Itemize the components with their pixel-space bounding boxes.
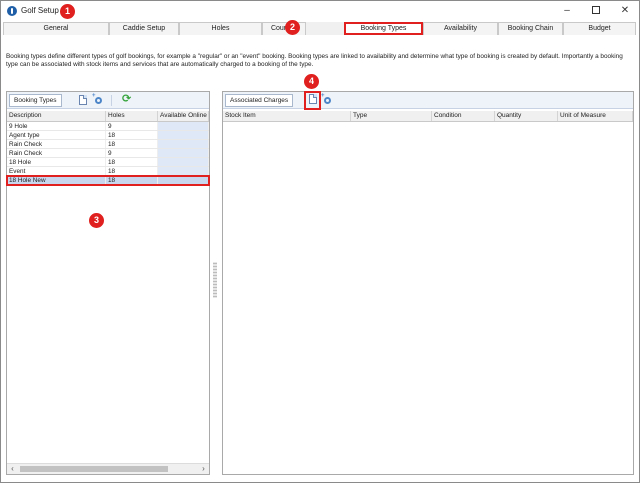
cell-description: 18 Hole New (7, 176, 106, 184)
refresh-button[interactable]: ⟳ (121, 93, 134, 107)
cell-available-online[interactable] (158, 149, 209, 157)
table-row[interactable]: Event 18 (7, 167, 209, 176)
title-bar: Golf Setup – ✕ (1, 1, 639, 21)
table-row[interactable]: 9 Hole 9 (7, 122, 209, 131)
tab-booking-types[interactable]: Booking Types (344, 22, 423, 35)
cell-description: Event (7, 167, 106, 175)
step-badge-2: 2 (285, 20, 300, 35)
minimize-button[interactable]: – (556, 3, 578, 19)
page-description: Booking types define different types of … (6, 53, 623, 68)
table-row-selected[interactable]: 18 Hole New 18 (6, 175, 210, 186)
cell-description: Rain Check (7, 149, 106, 157)
step-badge-1: 1 (60, 4, 75, 19)
booking-types-panel: Booking Types + ⟳ Description Holes Avai… (6, 91, 210, 475)
gear-icon (95, 97, 102, 104)
maximize-button[interactable] (585, 3, 607, 19)
new-booking-type-button[interactable] (76, 94, 89, 107)
tab-availability[interactable]: Availability (423, 22, 498, 35)
column-header-type[interactable]: Type (351, 111, 432, 121)
step-badge-3: 3 (89, 213, 104, 228)
grid-header: Description Holes Available Online (7, 111, 209, 122)
maximize-icon (592, 6, 600, 15)
cell-description: 18 Hole (7, 158, 106, 166)
new-document-icon (309, 94, 317, 104)
column-header-available-online[interactable]: Available Online (158, 111, 209, 121)
tab-strip: General Caddie Setup Holes Courses Booki… (3, 22, 636, 35)
booking-types-toolbar: Booking Types + ⟳ (7, 92, 209, 109)
associated-charges-panel: Associated Charges + Stock Item Type Con… (222, 91, 634, 475)
tab-budget[interactable]: Budget (563, 22, 636, 35)
horizontal-scrollbar[interactable]: ‹ › (7, 463, 209, 474)
step-badge-4: 4 (304, 74, 319, 89)
settings-charge-button[interactable]: + (321, 93, 334, 107)
associated-charges-title: Associated Charges (225, 94, 294, 107)
cell-available-online[interactable] (158, 122, 209, 130)
cell-holes: 18 (106, 140, 158, 148)
cell-holes: 9 (106, 122, 158, 130)
table-row[interactable]: 18 Hole 18 (7, 158, 209, 167)
column-header-condition[interactable]: Condition (432, 111, 495, 121)
panel-splitter[interactable] (213, 262, 217, 298)
app-info-icon (7, 6, 17, 16)
cell-holes: 18 (106, 131, 158, 139)
tab-booking-chain[interactable]: Booking Chain (498, 22, 563, 35)
toolbar-separator (111, 95, 112, 106)
window-title: Golf Setup (21, 6, 59, 15)
new-charge-button[interactable] (304, 91, 321, 110)
charges-grid-header: Stock Item Type Condition Quantity Unit … (223, 111, 633, 122)
column-header-holes[interactable]: Holes (106, 111, 158, 121)
cell-description: Rain Check (7, 140, 106, 148)
column-header-description[interactable]: Description (7, 111, 106, 121)
booking-types-grid: Description Holes Available Online 9 Hol… (6, 111, 210, 186)
cell-holes: 18 (106, 158, 158, 166)
new-document-icon (79, 95, 87, 105)
scroll-right-button[interactable]: › (198, 464, 209, 474)
tab-caddie-setup[interactable]: Caddie Setup (109, 22, 179, 35)
table-row[interactable]: Rain Check 9 (7, 149, 209, 158)
scroll-thumb[interactable] (20, 466, 168, 472)
column-header-quantity[interactable]: Quantity (495, 111, 558, 121)
tab-gap (306, 22, 344, 35)
cell-description: Agent type (7, 131, 106, 139)
settings-booking-type-button[interactable]: + (92, 93, 105, 107)
cell-available-online[interactable] (158, 131, 209, 139)
scroll-left-button[interactable]: ‹ (7, 464, 18, 474)
table-row[interactable]: Rain Check 18 (7, 140, 209, 149)
column-header-unit-of-measure[interactable]: Unit of Measure (558, 111, 633, 121)
close-button[interactable]: ✕ (614, 3, 636, 19)
gear-icon (324, 97, 331, 104)
cell-holes: 9 (106, 149, 158, 157)
refresh-icon: ⟳ (122, 93, 132, 105)
booking-types-title: Booking Types (9, 94, 62, 107)
cell-holes: 18 (106, 167, 158, 175)
tab-holes[interactable]: Holes (179, 22, 262, 35)
associated-charges-toolbar: Associated Charges + (223, 91, 633, 110)
table-row[interactable]: Agent type 18 (7, 131, 209, 140)
cell-available-online[interactable] (158, 176, 209, 184)
tab-general[interactable]: General (3, 22, 109, 35)
cell-holes: 18 (106, 176, 158, 184)
cell-available-online[interactable] (158, 167, 209, 175)
cell-available-online[interactable] (158, 140, 209, 148)
cell-available-online[interactable] (158, 158, 209, 166)
column-header-stock-item[interactable]: Stock Item (223, 111, 351, 121)
cell-description: 9 Hole (7, 122, 106, 130)
